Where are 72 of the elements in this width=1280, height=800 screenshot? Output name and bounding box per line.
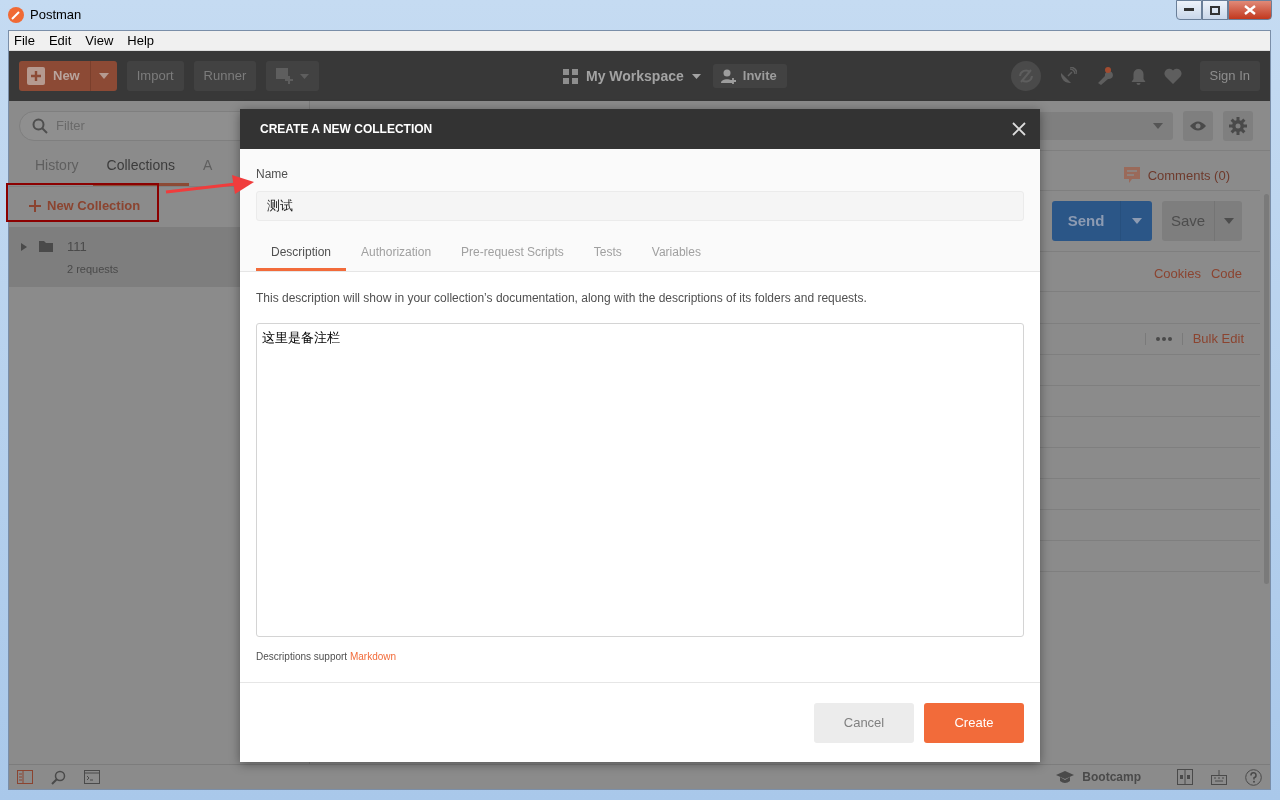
import-button[interactable]: Import — [126, 61, 184, 91]
menu-item[interactable]: Edit — [48, 30, 72, 51]
expand-icon[interactable] — [21, 243, 27, 251]
sync-off-icon[interactable] — [1010, 61, 1041, 91]
workspace-selector[interactable]: My Workspace — [563, 65, 701, 87]
caret-icon — [1223, 218, 1234, 224]
sign-in-button[interactable]: Sign In — [1199, 61, 1260, 91]
eye-icon — [1189, 119, 1207, 132]
dialog-tab[interactable]: Pre-request Scripts — [446, 235, 579, 271]
new-collection-button[interactable]: New Collection — [27, 193, 143, 219]
search-icon — [32, 118, 48, 134]
sidebar-tab[interactable]: Collections — [92, 149, 190, 186]
caret-icon — [98, 73, 109, 79]
settings-button[interactable] — [1223, 110, 1253, 141]
window-title: Postman — [30, 6, 82, 25]
console-icon[interactable] — [84, 770, 100, 784]
name-field[interactable]: 测试 — [256, 191, 1024, 221]
sidebar-toggle-icon[interactable] — [17, 770, 33, 784]
menu-item[interactable]: File — [14, 30, 35, 51]
plus-icon — [27, 67, 45, 85]
caret-icon — [691, 73, 701, 79]
link[interactable]: Code — [1210, 264, 1242, 283]
maximize-button[interactable] — [1202, 0, 1228, 20]
markdown-note: Descriptions support Markdown — [256, 650, 398, 664]
dialog-tab[interactable]: Variables — [636, 235, 716, 271]
graduation-cap-icon — [1056, 770, 1075, 784]
folder-icon — [39, 241, 53, 252]
caret-icon — [1131, 218, 1142, 224]
menu-item[interactable]: Help — [127, 30, 155, 51]
minimize-icon — [1184, 8, 1194, 12]
bell-icon[interactable] — [1130, 67, 1146, 85]
bootcamp-link[interactable]: Bootcamp — [1082, 768, 1141, 786]
add-user-icon — [720, 68, 737, 84]
comment-icon[interactable] — [1123, 167, 1140, 184]
minimize-button[interactable] — [1176, 0, 1202, 20]
new-button[interactable]: New — [19, 61, 117, 91]
create-button[interactable]: Create — [924, 702, 1024, 743]
close-icon — [1244, 5, 1256, 15]
invite-button[interactable]: Invite — [712, 64, 787, 88]
maximize-icon — [1210, 5, 1220, 15]
more-icon[interactable] — [1155, 337, 1172, 341]
dialog-tab[interactable]: Tests — [578, 235, 637, 271]
dialog-tab[interactable]: Authorization — [346, 235, 447, 271]
settings-icon — [1229, 116, 1247, 135]
two-pane-icon[interactable] — [1177, 769, 1193, 785]
help-icon[interactable] — [1245, 768, 1262, 786]
close-button[interactable] — [1228, 0, 1272, 20]
window-plus-icon — [276, 68, 295, 84]
grid-icon — [563, 68, 578, 84]
name-label: Name — [256, 166, 289, 183]
eye-button[interactable] — [1183, 110, 1213, 141]
comments-link[interactable]: Comments (0) — [1147, 165, 1230, 186]
cancel-button[interactable]: Cancel — [814, 702, 914, 743]
postman-logo-icon — [8, 7, 24, 23]
new-window-button[interactable] — [266, 61, 320, 91]
dialog-tab[interactable]: Description — [256, 235, 347, 271]
caret-icon — [300, 73, 310, 79]
satellite-icon[interactable] — [1058, 67, 1077, 85]
markdown-link[interactable]: Markdown — [349, 651, 397, 662]
close-button[interactable] — [1010, 120, 1028, 138]
caret-icon — [1153, 122, 1163, 129]
description-field[interactable]: 这里是备注栏 — [256, 323, 1024, 637]
keyboard-icon[interactable] — [1211, 769, 1227, 785]
menu-item[interactable]: View — [85, 30, 114, 51]
description-hint: This description will show in your collection’s documentation, along with the descriptions of its folders and requests. — [256, 290, 868, 307]
bulk-edit-link[interactable]: Bulk Edit — [1192, 329, 1244, 349]
heart-icon[interactable] — [1163, 68, 1182, 84]
link[interactable]: Cookies — [1153, 264, 1201, 283]
search-icon[interactable] — [51, 769, 66, 785]
runner-button[interactable]: Runner — [193, 61, 257, 91]
plus-icon — [29, 200, 41, 212]
send-button[interactable]: Send — [1052, 201, 1152, 241]
